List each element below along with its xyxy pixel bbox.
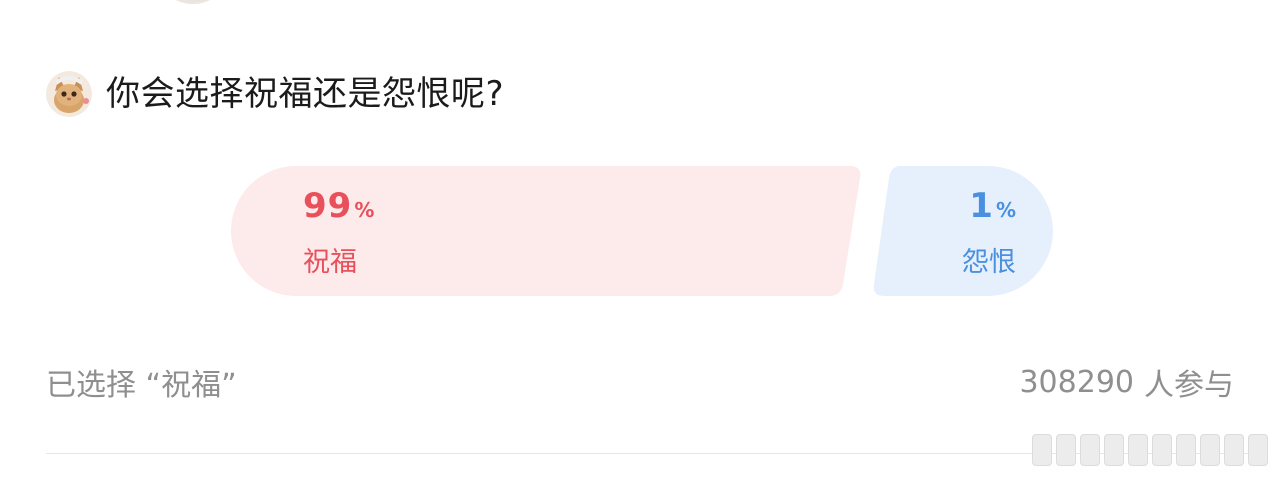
participant-number: 308290 <box>1019 364 1134 400</box>
option-bless-label: 祝福 <box>303 247 357 278</box>
option-resent-percent: 1% <box>969 186 1016 226</box>
poll-options: 99% 祝福 1% 怨恨 <box>0 0 1284 480</box>
watermark-icon <box>1032 434 1268 466</box>
participant-suffix: 人参与 <box>1144 368 1234 403</box>
option-bless-percent: 99% <box>303 186 375 226</box>
poll-footer: 已选择 “祝福” 308290 人参与 <box>46 358 1234 406</box>
selected-choice-text: 已选择 “祝福” <box>46 368 237 403</box>
option-resent-label: 怨恨 <box>962 247 1016 278</box>
participant-count: 308290 人参与 <box>1019 360 1234 404</box>
